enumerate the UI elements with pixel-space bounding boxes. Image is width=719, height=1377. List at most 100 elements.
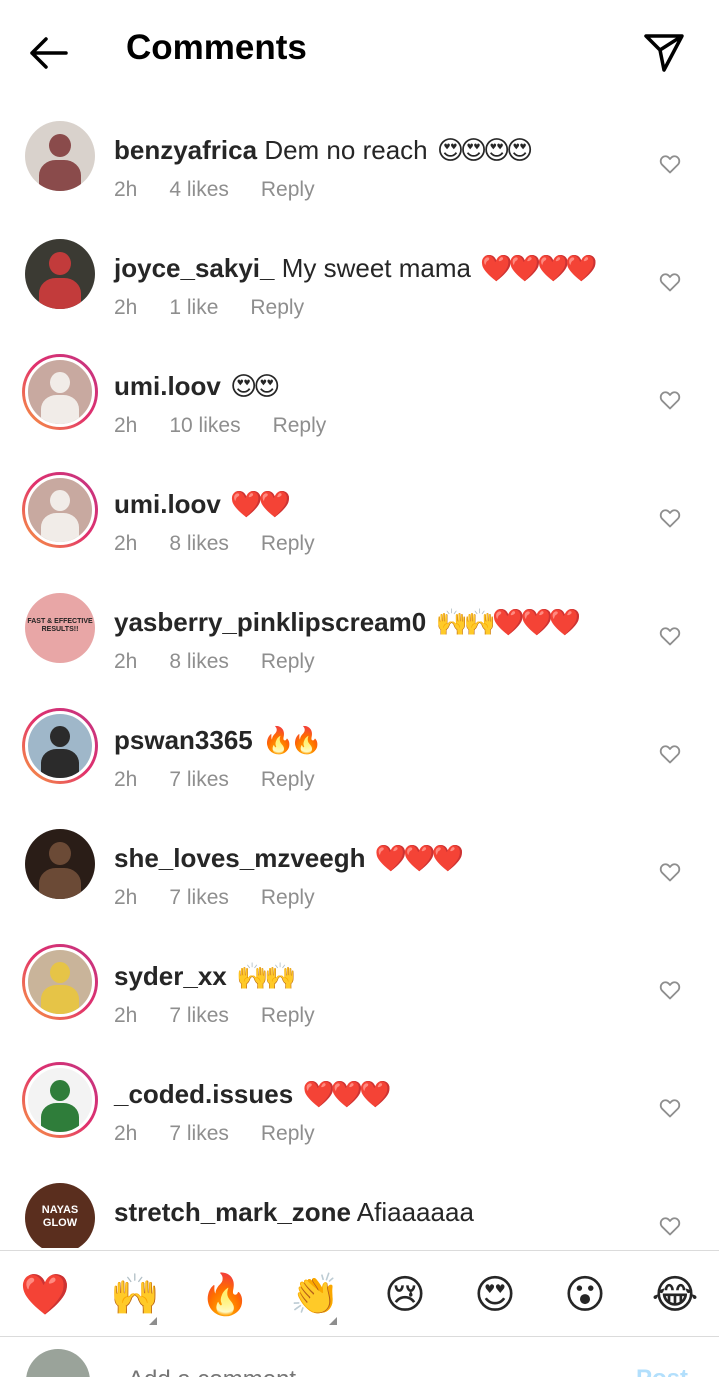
avatar-head-shape: [49, 725, 71, 748]
comment-emoji: ❤️❤️❤️: [302, 1079, 391, 1109]
avatar-body-shape: [39, 867, 81, 899]
avatar[interactable]: FAST & EFFECTIVE RESULTS!!: [22, 590, 98, 666]
like-heart-icon[interactable]: [658, 270, 682, 294]
comment-time: 2h: [114, 886, 138, 909]
comment-time: 2h: [114, 650, 138, 673]
comment-time: 2h: [114, 768, 138, 791]
paper-plane-icon[interactable]: [640, 28, 686, 74]
reply-button[interactable]: Reply: [261, 650, 315, 673]
reply-button[interactable]: Reply: [250, 296, 304, 319]
tears-of-joy-emoji[interactable]: 😂: [647, 1269, 703, 1321]
comment-body: Dem no reach: [264, 135, 428, 165]
like-heart-icon[interactable]: [658, 1214, 682, 1238]
comment-meta: 2h 7 likes Reply: [114, 768, 347, 792]
avatar[interactable]: [22, 118, 98, 194]
like-heart-icon[interactable]: [658, 624, 682, 648]
raising-hands-emoji[interactable]: 🙌: [107, 1269, 163, 1321]
avatar[interactable]: NAYAS GLOW: [22, 1180, 98, 1248]
header: Comments: [0, 0, 719, 100]
comment-text-line: syder_xx 🙌🙌: [114, 960, 297, 992]
clapping-emoji[interactable]: 👏: [287, 1269, 343, 1321]
comment-text-line: she_loves_mzveegh ❤️❤️❤️: [114, 842, 464, 874]
comment-emoji: 🔥🔥: [261, 725, 323, 755]
avatar-head-shape: [49, 1079, 71, 1102]
comment-row: benzyafrica Dem no reach 😍😍😍😍 2h 4 likes Re…: [0, 100, 719, 218]
fire-emoji[interactable]: 🔥: [197, 1269, 253, 1321]
like-heart-icon[interactable]: [658, 388, 682, 412]
avatar-body-shape: [40, 1103, 80, 1132]
comment-likes-count[interactable]: 7 likes: [169, 1004, 229, 1027]
comment-likes-count[interactable]: 1 like: [169, 296, 218, 319]
avatar[interactable]: [22, 708, 98, 784]
avatar-head-shape: [49, 371, 71, 394]
reply-button[interactable]: Reply: [261, 768, 315, 791]
like-heart-icon[interactable]: [658, 978, 682, 1002]
comment-time: 2h: [114, 414, 138, 437]
comment-emoji: ❤️❤️❤️: [374, 843, 464, 873]
like-heart-icon[interactable]: [658, 742, 682, 766]
comment-username[interactable]: stretch_mark_zone: [114, 1197, 351, 1227]
comments-list[interactable]: benzyafrica Dem no reach 😍😍😍😍 2h 4 likes Re…: [0, 100, 719, 1248]
avatar-image: [25, 947, 95, 1017]
comment-likes-count[interactable]: 7 likes: [169, 768, 229, 791]
comment-row: she_loves_mzveegh ❤️❤️❤️ 2h 7 likes Reply: [0, 808, 719, 926]
avatar[interactable]: [22, 472, 98, 548]
my-avatar: [26, 1349, 90, 1377]
reply-button[interactable]: Reply: [273, 414, 327, 437]
avatar-image: [25, 711, 95, 781]
avatar-logo-text: FAST & EFFECTIVE RESULTS!!: [27, 618, 93, 634]
comment-meta: 2h 7 likes Reply: [114, 1122, 347, 1146]
quick-emoji-bar: ❤️ 🙌 🔥 👏 😢 😍 😮 😂: [0, 1250, 719, 1337]
comment-likes-count[interactable]: 10 likes: [169, 414, 240, 437]
reply-button[interactable]: Reply: [261, 1122, 315, 1145]
avatar-head-shape: [49, 489, 71, 512]
comment-row: pswan3365 🔥🔥 2h 7 likes Reply: [0, 690, 719, 808]
arrow-left-icon[interactable]: [26, 30, 72, 76]
like-heart-icon[interactable]: [658, 506, 682, 530]
comment-text-line: pswan3365 🔥🔥: [114, 724, 323, 756]
comment-username[interactable]: syder_xx: [114, 961, 227, 991]
avatar[interactable]: [22, 1062, 98, 1138]
avatar-body-shape: [40, 513, 80, 542]
like-heart-icon[interactable]: [658, 860, 682, 884]
avatar-head-shape: [48, 133, 72, 158]
comment-text-line: benzyafrica Dem no reach 😍😍😍😍: [114, 134, 533, 166]
heart-emoji[interactable]: ❤️: [17, 1269, 73, 1321]
reply-button[interactable]: Reply: [261, 178, 315, 201]
avatar-image: [25, 121, 95, 191]
avatar[interactable]: [22, 354, 98, 430]
reply-button[interactable]: Reply: [261, 1004, 315, 1027]
avatar[interactable]: [22, 236, 98, 312]
comment-input[interactable]: [126, 1365, 530, 1377]
avatar-image: NAYAS GLOW: [25, 1183, 95, 1248]
post-button[interactable]: Post: [636, 1365, 688, 1377]
comment-username[interactable]: umi.loov: [114, 371, 221, 401]
reply-button[interactable]: Reply: [261, 532, 315, 555]
comment-likes-count[interactable]: 8 likes: [169, 532, 229, 555]
reply-button[interactable]: Reply: [261, 886, 315, 909]
heart-eyes-emoji[interactable]: 😍: [467, 1269, 523, 1321]
comment-likes-count[interactable]: 7 likes: [169, 886, 229, 909]
comment-meta: 2h 1 like Reply: [114, 296, 336, 320]
comment-likes-count[interactable]: 8 likes: [169, 650, 229, 673]
comment-username[interactable]: joyce_sakyi_: [114, 253, 274, 283]
avatar-body-shape: [39, 159, 81, 191]
comment-username[interactable]: she_loves_mzveegh: [114, 843, 365, 873]
skin-tone-indicator-icon: [329, 1317, 337, 1325]
like-heart-icon[interactable]: [658, 152, 682, 176]
comment-username[interactable]: benzyafrica: [114, 135, 257, 165]
comment-time: 2h: [114, 178, 138, 201]
comment-likes-count[interactable]: 7 likes: [169, 1122, 229, 1145]
avatar[interactable]: [22, 826, 98, 902]
comment-text-line: umi.loov ❤️❤️: [114, 488, 291, 520]
comment-username[interactable]: umi.loov: [114, 489, 221, 519]
comment-username[interactable]: pswan3365: [114, 725, 253, 755]
comment-text-line: stretch_mark_zone Afiaaaaaa: [114, 1196, 474, 1228]
comment-likes-count[interactable]: 4 likes: [169, 178, 229, 201]
comment-username[interactable]: _coded.issues: [114, 1079, 293, 1109]
avatar[interactable]: [22, 944, 98, 1020]
like-heart-icon[interactable]: [658, 1096, 682, 1120]
comment-username[interactable]: yasberry_pinklipscream0: [114, 607, 426, 637]
crying-emoji[interactable]: 😢: [377, 1269, 433, 1321]
surprised-emoji[interactable]: 😮: [557, 1269, 613, 1321]
